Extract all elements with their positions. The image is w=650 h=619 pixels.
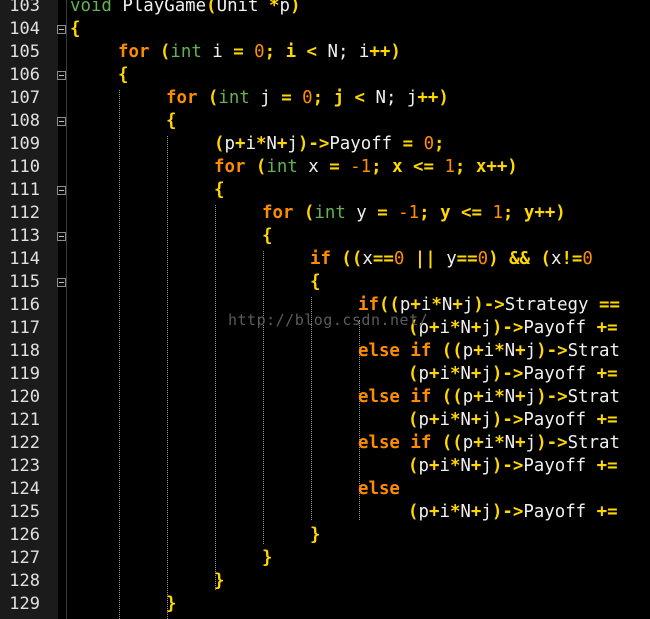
line-number: 120 (9, 387, 40, 407)
code-editor[interactable]: 103 void PlayGame(Unit *p) 104 { 105 for… (0, 0, 650, 619)
code-text[interactable]: } (310, 524, 320, 547)
code-text[interactable]: else (358, 478, 400, 501)
code-line[interactable]: 109 (p+i*N+j)->Payoff = 0; (0, 133, 650, 156)
code-line[interactable]: 127 } (0, 547, 650, 570)
code-text[interactable]: if ((x==0 || y==0) && (x!=0 (310, 248, 593, 271)
fold-toggle-icon[interactable] (57, 278, 66, 287)
line-number: 115 (9, 272, 40, 292)
fold-toggle-icon[interactable] (57, 25, 66, 34)
code-text[interactable]: for (int i = 0; i < N; i++) (118, 41, 401, 64)
fold-toggle-icon[interactable] (57, 71, 66, 80)
code-line[interactable]: 110 for (int x = -1; x <= 1; x++) (0, 156, 650, 179)
fold-toggle-icon[interactable] (57, 232, 66, 241)
code-line[interactable]: 120 else if ((p+i*N+j)->Strat (0, 386, 650, 409)
line-number: 110 (9, 157, 40, 177)
line-number: 123 (9, 456, 40, 476)
code-line[interactable]: 118 else if ((p+i*N+j)->Strat (0, 340, 650, 363)
line-number: 116 (9, 295, 40, 315)
code-line[interactable]: 115 { (0, 271, 650, 294)
code-line[interactable]: 124 else (0, 478, 650, 501)
line-number: 106 (9, 65, 40, 85)
line-number: 111 (9, 180, 40, 200)
line-number: 103 (9, 0, 40, 16)
watermark: http://blog.csdn.net/ (228, 311, 429, 329)
code-text[interactable]: } (214, 570, 224, 593)
line-number: 118 (9, 341, 40, 361)
line-number: 122 (9, 433, 40, 453)
line-number: 107 (9, 88, 40, 108)
code-text[interactable]: for (int j = 0; j < N; j++) (166, 87, 449, 110)
code-text[interactable]: for (int y = -1; y <= 1; y++) (262, 202, 566, 225)
code-text[interactable]: { (310, 271, 320, 294)
code-line[interactable]: 114 if ((x==0 || y==0) && (x!=0 (0, 248, 650, 271)
code-line[interactable]: 108 { (0, 110, 650, 133)
code-text[interactable]: for (int x = -1; x <= 1; x++) (214, 156, 518, 179)
code-text[interactable]: { (118, 64, 128, 87)
code-text[interactable]: { (214, 179, 224, 202)
line-number: 127 (9, 548, 40, 568)
line-number: 126 (9, 525, 40, 545)
code-line[interactable]: 105 for (int i = 0; i < N; i++) (0, 41, 650, 64)
code-line[interactable]: 107 for (int j = 0; j < N; j++) (0, 87, 650, 110)
line-number: 124 (9, 479, 40, 499)
line-number: 129 (9, 594, 40, 614)
code-line[interactable]: 121 (p+i*N+j)->Payoff += (0, 409, 650, 432)
line-number: 125 (9, 502, 40, 522)
code-text[interactable]: } (262, 547, 272, 570)
code-line[interactable]: 106 { (0, 64, 650, 87)
code-line[interactable]: 104 { (0, 18, 650, 41)
code-text[interactable]: (p+i*N+j)->Payoff += (408, 317, 618, 340)
code-text[interactable]: (p+i*N+j)->Payoff += (408, 409, 618, 432)
code-text[interactable]: (p+i*N+j)->Payoff += (408, 455, 618, 478)
line-number: 108 (9, 111, 40, 131)
line-number: 112 (9, 203, 40, 223)
code-text[interactable]: { (166, 110, 176, 133)
code-text[interactable]: (p+i*N+j)->Payoff += (408, 501, 618, 524)
line-number: 105 (9, 42, 40, 62)
code-text[interactable]: (p+i*N+j)->Payoff = 0; (214, 133, 445, 156)
code-text[interactable]: else if ((p+i*N+j)->Strat (358, 432, 620, 455)
code-line[interactable]: 112 for (int y = -1; y <= 1; y++) (0, 202, 650, 225)
code-line[interactable]: 128 } (0, 570, 650, 593)
code-text[interactable]: } (166, 593, 176, 616)
code-text[interactable]: { (262, 225, 272, 248)
fold-toggle-icon[interactable] (57, 186, 66, 195)
code-text[interactable]: else if ((p+i*N+j)->Strat (358, 386, 620, 409)
line-number: 119 (9, 364, 40, 384)
code-line[interactable]: 111 { (0, 179, 650, 202)
fold-toggle-icon[interactable] (57, 117, 66, 126)
code-line[interactable]: 113 { (0, 225, 650, 248)
code-line[interactable]: 126 } (0, 524, 650, 547)
code-text[interactable]: { (70, 18, 80, 41)
line-number: 104 (9, 19, 40, 39)
line-number: 109 (9, 134, 40, 154)
code-line[interactable]: 125 (p+i*N+j)->Payoff += (0, 501, 650, 524)
code-line[interactable]: 129 } (0, 593, 650, 616)
code-line[interactable]: 122 else if ((p+i*N+j)->Strat (0, 432, 650, 455)
line-number: 113 (9, 226, 40, 246)
line-number: 128 (9, 571, 40, 591)
code-line[interactable]: 123 (p+i*N+j)->Payoff += (0, 455, 650, 478)
code-text[interactable]: else if ((p+i*N+j)->Strat (358, 340, 620, 363)
code-text[interactable]: void PlayGame(Unit *p) (70, 0, 300, 18)
code-line[interactable]: 119 (p+i*N+j)->Payoff += (0, 363, 650, 386)
line-number: 114 (9, 249, 40, 269)
line-number: 117 (9, 318, 40, 338)
line-number: 121 (9, 410, 40, 430)
code-text[interactable]: (p+i*N+j)->Payoff += (408, 363, 618, 386)
code-line[interactable]: 103 void PlayGame(Unit *p) (0, 0, 650, 18)
